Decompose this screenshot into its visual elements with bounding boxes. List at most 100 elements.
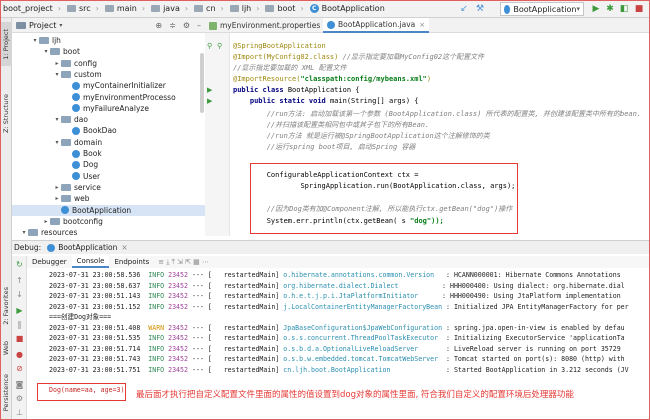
editor-gutter[interactable]: ⚲ ⚲ ▶ ▶: [205, 33, 230, 236]
chevron-down-icon[interactable]: ▾: [53, 116, 61, 123]
tree-item-myenvironmentprocesso[interactable]: myEnvironmentProcesso: [12, 92, 205, 103]
spring-bean-icon[interactable]: ⚲: [217, 42, 222, 51]
tab-label: 1: Project: [2, 28, 10, 60]
tree-item-bookdao[interactable]: BookDao: [12, 125, 205, 136]
tree-item-book[interactable]: Book: [12, 148, 205, 159]
close-icon[interactable]: ×: [419, 21, 425, 29]
log-level: INFO: [140, 281, 169, 290]
breadcrumb-bootapplication[interactable]: C BootApplication: [307, 4, 388, 13]
code-text: {: [414, 97, 419, 105]
chevron-right-icon[interactable]: ▸: [53, 195, 61, 202]
tree-item-custom[interactable]: ▾ custom: [12, 69, 205, 80]
chevron-down-icon[interactable]: ▾: [53, 139, 61, 146]
log-level: INFO: [140, 355, 169, 363]
chevron-down-icon[interactable]: ▾: [53, 71, 61, 78]
breadcrumb-cn[interactable]: cn ›: [191, 4, 227, 13]
settings-icon[interactable]: ⚙: [15, 394, 24, 403]
tree-item-ljh[interactable]: ▾ ljh: [12, 35, 205, 46]
pause-icon[interactable]: ‖: [15, 320, 24, 329]
breadcrumb-ljh[interactable]: ljh ›: [227, 4, 263, 13]
tree-item-service[interactable]: ▸ service: [12, 182, 205, 193]
tree-item-web[interactable]: ▸ web: [12, 193, 205, 204]
debug-icon[interactable]: ✱: [604, 3, 616, 15]
annotation-highlight-box: [37, 383, 126, 401]
close-icon[interactable]: ×: [121, 243, 127, 252]
tab-bootapplication-java[interactable]: BootApplication.java ×: [323, 18, 430, 33]
collapse-all-icon[interactable]: ≑: [169, 21, 176, 30]
chevron-right-icon[interactable]: ▸: [53, 184, 61, 191]
chevron-down-icon[interactable]: ▾: [59, 22, 62, 29]
tree-item-label: myContainerInitializer: [83, 81, 166, 91]
hammer-icon[interactable]: ⚒: [474, 3, 486, 15]
hide-icon[interactable]: –: [197, 21, 201, 30]
run-icon[interactable]: ▶: [590, 3, 602, 15]
project-panel-title[interactable]: Project: [29, 21, 56, 30]
chevron-down-icon[interactable]: ▾: [31, 37, 39, 44]
log-pid: 23452: [168, 302, 188, 311]
up-arrow-icon[interactable]: ↑: [15, 276, 24, 285]
log-thread: --- [ restartedMain]: [187, 355, 284, 363]
down-arrow-icon[interactable]: ↓: [15, 290, 24, 299]
code-line: //运行spring boot项目, 启动Spring 容器: [233, 142, 416, 153]
log-timestamp: 2023-07-31 23:00:51.751: [49, 365, 141, 374]
tab-favorites[interactable]: 2: Favorites: [0, 282, 12, 330]
run-gutter-icon[interactable]: ▶: [207, 97, 212, 106]
tree-item-user[interactable]: User: [12, 171, 205, 182]
tab-persistence[interactable]: Persistence: [0, 368, 12, 418]
tree-item-config[interactable]: ▸ config: [12, 58, 205, 69]
tab-project[interactable]: 1: Project: [0, 22, 12, 66]
class-icon: [47, 243, 56, 252]
pin-icon[interactable]: ⊥: [15, 408, 24, 417]
debug-actions-strip: ↻ ↑ ↓ ▶ ‖ ■ ● ⊘ ◙ ⚙ ⊥: [12, 256, 27, 420]
log-timestamp: ===创建Dog对象===: [49, 313, 112, 321]
console-toolbar-icons[interactable]: ≡ ⤓ ⤒ ⇲ ⇱ ▦ ⋯: [158, 258, 209, 267]
breadcrumb-project[interactable]: boot_project ›: [0, 4, 64, 13]
tree-item-dao[interactable]: ▾ dao: [12, 114, 205, 125]
chevron-down-icon[interactable]: ▾: [20, 229, 28, 236]
log-logger: cn.ljh.boot.BootApplication: [283, 365, 443, 374]
locate-icon[interactable]: ⊕: [155, 21, 162, 30]
log-message: : Tomcat started on port(s): 8080 (http)…: [442, 355, 625, 363]
tree-item-mycontainerinitializer[interactable]: myContainerInitializer: [12, 80, 205, 91]
code-text: {: [355, 86, 360, 94]
tree-item-resources[interactable]: ▾ resources: [12, 227, 205, 236]
camera-icon[interactable]: ◙: [15, 380, 24, 389]
code-text: main(String[]: [329, 97, 385, 105]
chevron-down-icon[interactable]: ▾: [42, 48, 50, 55]
mute-breakpoints-icon[interactable]: ⊘: [15, 364, 24, 373]
breakpoints-icon[interactable]: ●: [15, 350, 24, 359]
stop-icon[interactable]: ■: [15, 334, 24, 343]
run-gutter-icon[interactable]: ▶: [207, 86, 212, 95]
tab-structure[interactable]: Z: Structure: [0, 88, 12, 138]
tab-debugger[interactable]: Debugger: [27, 256, 72, 268]
gear-icon[interactable]: ⚙: [183, 21, 190, 30]
tab-web[interactable]: Web: [0, 336, 12, 360]
breadcrumb-java[interactable]: java ›: [148, 4, 191, 13]
chevron-right-icon[interactable]: ▸: [53, 60, 61, 67]
back-arrow-icon[interactable]: ↙: [458, 3, 470, 15]
chevron-right-icon[interactable]: ▸: [42, 218, 50, 225]
tree-item-myfailureanalyze[interactable]: myFailureAnalyze: [12, 103, 205, 114]
debug-config-tab[interactable]: BootApplication: [58, 243, 117, 252]
code-string: "classpath:config/mybeans.xml": [300, 75, 427, 83]
tree-item-dog[interactable]: Dog: [12, 159, 205, 170]
tab-console[interactable]: Console: [71, 256, 110, 268]
tree-item-boot[interactable]: ▾ boot: [12, 46, 205, 57]
tree-item-domain[interactable]: ▾ domain: [12, 137, 205, 148]
code-line: public class BootApplication {: [233, 85, 359, 96]
resume-icon[interactable]: ▶: [15, 306, 24, 315]
log-thread: --- [ restartedMain]: [187, 365, 284, 374]
coverage-icon[interactable]: ◧: [618, 3, 630, 15]
breadcrumb-boot[interactable]: boot ›: [262, 4, 306, 13]
tree-item-bootapplication[interactable]: BootApplication: [12, 204, 205, 216]
stop-icon[interactable]: ■: [633, 3, 645, 15]
tree-item-bootconfig[interactable]: ▸ bootconfig: [12, 216, 205, 227]
breadcrumb-main[interactable]: main ›: [102, 4, 148, 13]
breadcrumb-src[interactable]: src ›: [64, 4, 102, 13]
tab-myenvironment-properties[interactable]: myEnvironment.properties ×: [205, 18, 334, 33]
spring-bean-icon[interactable]: ⚲: [207, 42, 212, 51]
run-configuration-select[interactable]: BootApplication ▾: [500, 2, 584, 16]
rerun-icon[interactable]: ↻: [15, 260, 24, 269]
log-message: : HHH000490: Using JtaPlatform implement…: [438, 292, 621, 300]
tab-endpoints[interactable]: Endpoints: [109, 256, 154, 268]
